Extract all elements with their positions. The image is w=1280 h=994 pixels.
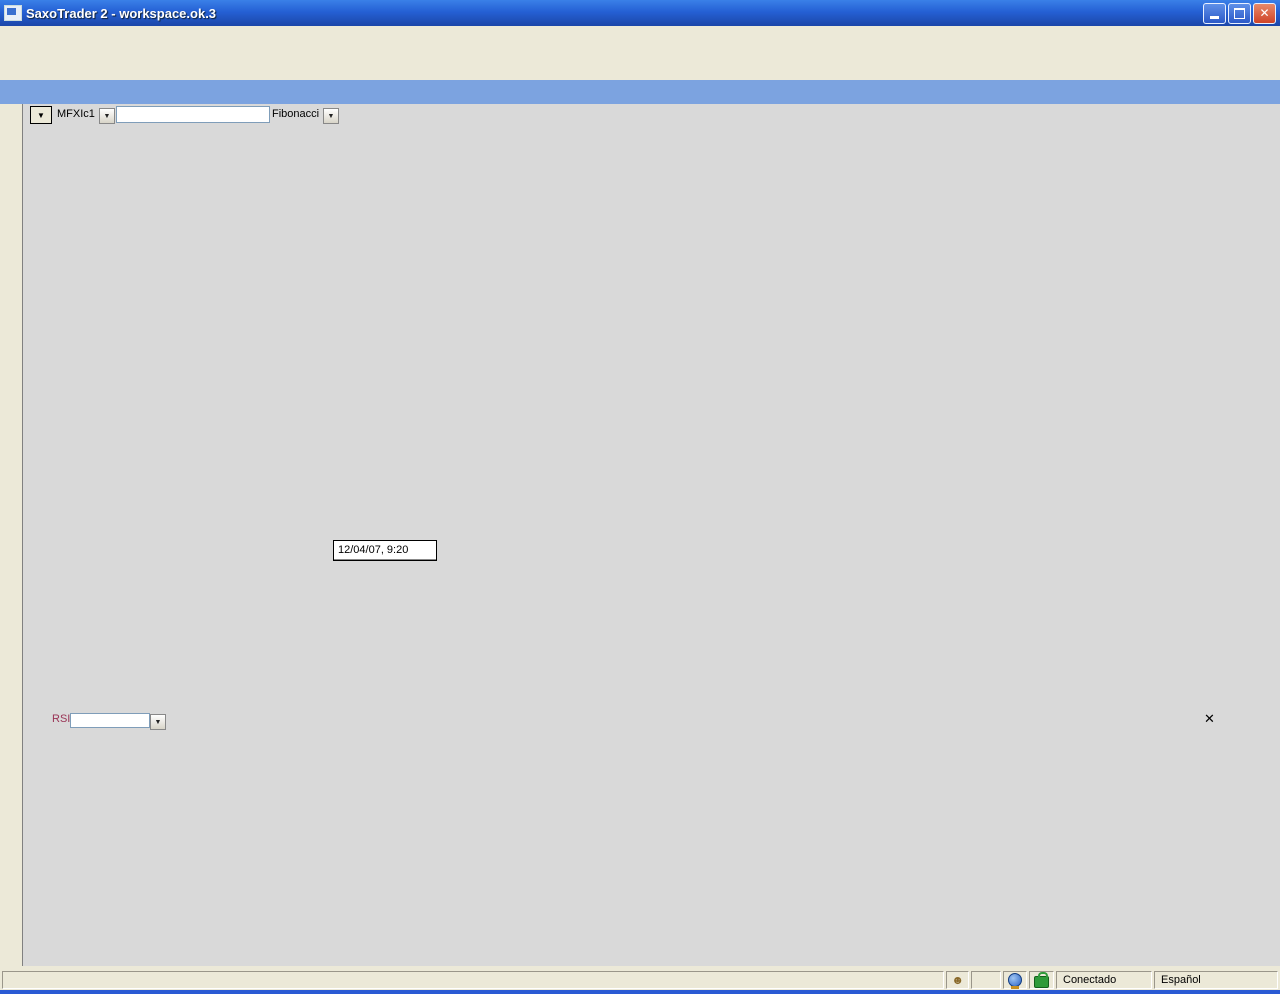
rsi-combo-input[interactable] (70, 713, 150, 728)
app-icon (4, 5, 22, 21)
rsi-combo-dropdown-button[interactable]: ▼ (150, 714, 166, 730)
title-bar: SaxoTrader 2 - workspace.ok.3 ✕ (0, 0, 1280, 26)
chat-user-icon: ☻ (951, 973, 964, 987)
restore-icon (1234, 8, 1245, 19)
rsi-close-button[interactable]: ✕ (1202, 711, 1217, 726)
chart-window (22, 104, 1280, 966)
language-status[interactable]: Español (1154, 971, 1278, 989)
left-sidebar (0, 104, 23, 966)
minimize-button[interactable] (1203, 3, 1226, 24)
drawing-tool-label: Fibonacci (272, 108, 319, 120)
connection-status: Conectado (1056, 971, 1152, 989)
document-tab-bar (0, 80, 1280, 104)
symbol-search-input[interactable] (116, 106, 270, 123)
chart-symbol-label: MFXIc1 (57, 108, 95, 120)
status-chat-cell[interactable]: ☻ (946, 971, 969, 989)
network-globe-icon (1008, 973, 1022, 987)
lock-icon (1034, 976, 1049, 988)
minimize-icon (1210, 16, 1219, 19)
window-title: SaxoTrader 2 - workspace.ok.3 (26, 6, 216, 21)
price-chart[interactable] (29, 104, 1280, 966)
status-security-cell[interactable] (1029, 971, 1054, 989)
drawing-tool-dropdown-button[interactable]: ▼ (323, 108, 339, 124)
ohlc-tooltip: 12/04/07, 9:20 (333, 540, 437, 561)
close-x-icon: ✕ (1204, 711, 1215, 727)
close-icon: ✕ (1259, 6, 1269, 20)
menu-bar (0, 26, 1280, 50)
symbol-dropdown-button[interactable]: ▼ (99, 108, 115, 124)
status-bar: ☻ Conectado Español (0, 970, 1280, 990)
restore-button[interactable] (1228, 3, 1251, 24)
rsi-label: RSI (52, 713, 70, 725)
chart-menu-button[interactable]: ▼ (30, 106, 52, 124)
window-bottom-edge (0, 990, 1280, 994)
tooltip-timestamp: 12/04/07, 9:20 (334, 541, 436, 560)
status-message-area (2, 971, 944, 989)
status-network-cell[interactable] (1003, 971, 1027, 989)
page: SaxoTrader 2 - workspace.ok.3 ✕ ▼ MFXIc1… (0, 0, 1280, 994)
status-empty-cell (971, 971, 1001, 989)
main-toolbar (0, 50, 1280, 81)
close-button[interactable]: ✕ (1253, 3, 1276, 24)
